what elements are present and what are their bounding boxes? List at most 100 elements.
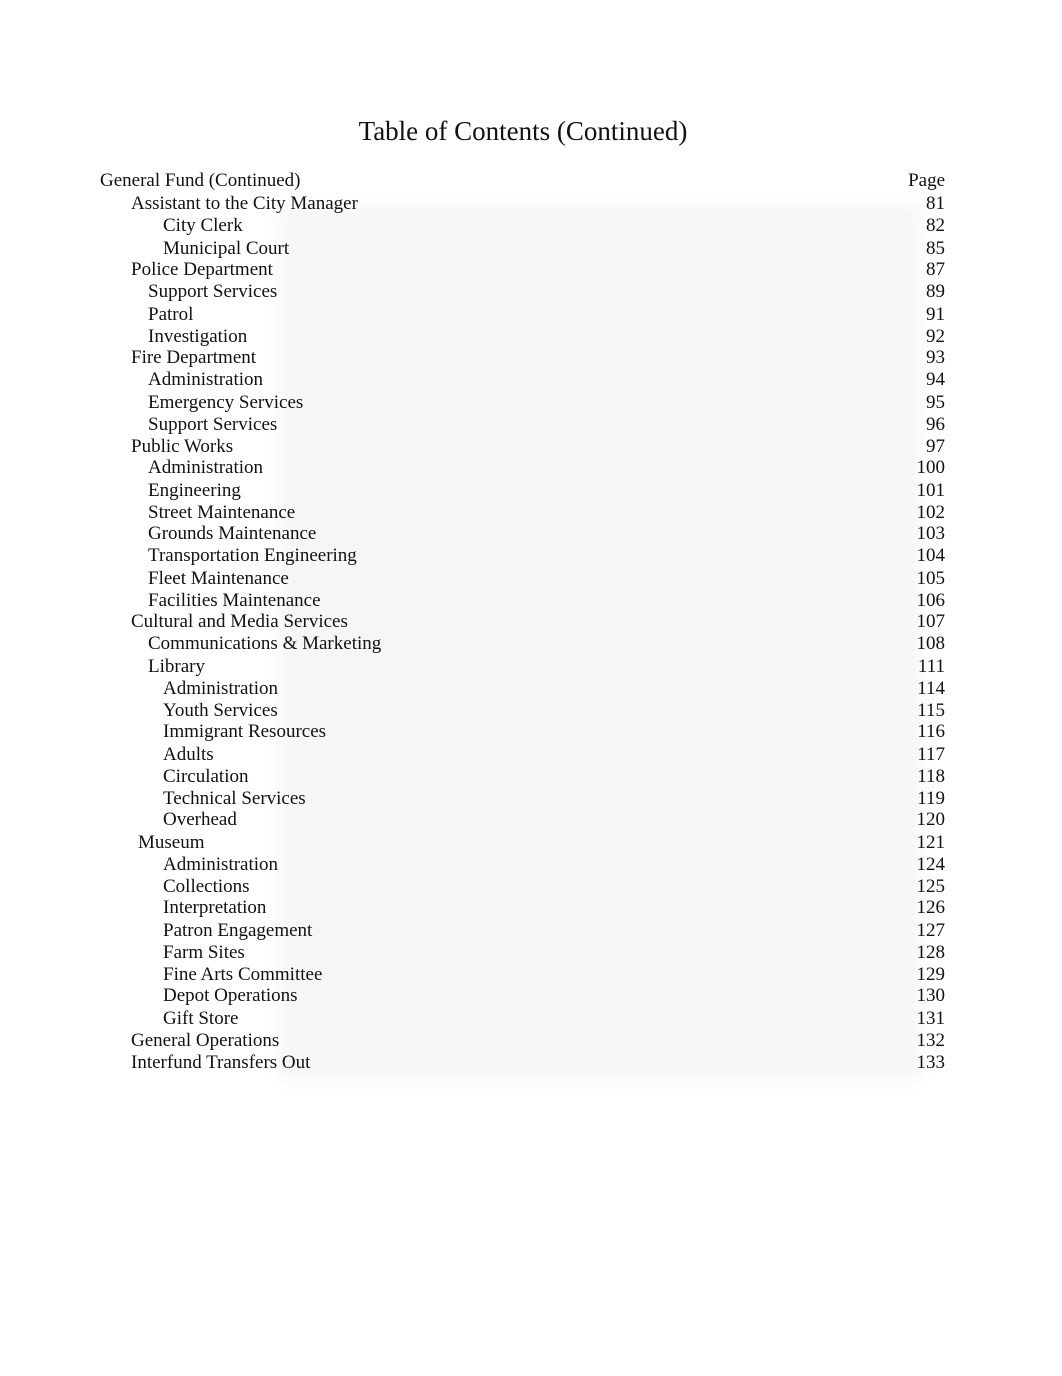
toc-entry[interactable]: Immigrant Resources 116 — [100, 721, 945, 743]
toc-entry[interactable]: Municipal Court 85 — [100, 238, 945, 260]
toc-entry-label: Interfund Transfers Out — [131, 1052, 311, 1073]
toc-entry[interactable]: Communications & Marketing 108 — [100, 633, 945, 655]
toc-entry[interactable]: Depot Operations 130 — [100, 985, 945, 1007]
toc-entry-page: 120 — [916, 809, 946, 830]
toc-entry[interactable]: Adults 117 — [100, 744, 945, 766]
toc-entry-page: 82 — [926, 215, 945, 236]
toc-entry-page: 124 — [916, 854, 946, 875]
toc-entry[interactable]: Museum 121 — [100, 832, 945, 854]
toc-entry[interactable]: Emergency Services 95 — [100, 392, 945, 414]
toc-entry[interactable]: Administration 100 — [100, 457, 945, 479]
toc-entry-label: Collections — [163, 876, 250, 897]
toc-entry[interactable]: Street Maintenance 102 — [100, 502, 945, 524]
toc-entry-page: 119 — [917, 788, 945, 809]
toc-entry-label: Farm Sites — [163, 942, 245, 963]
toc-entry[interactable]: City Clerk 82 — [100, 215, 945, 237]
toc-entry-label: Youth Services — [163, 700, 278, 721]
toc-entry[interactable]: Investigation 92 — [100, 326, 945, 348]
toc-entry-page: 94 — [926, 369, 945, 390]
toc-entry-label: Support Services — [148, 414, 278, 435]
toc-entry[interactable]: Assistant to the City Manager 81 — [100, 193, 945, 215]
toc-entry-label: Administration — [148, 369, 264, 390]
toc-entry-page: 118 — [917, 766, 945, 787]
toc-entry[interactable]: Library 111 — [100, 656, 945, 678]
toc-entry-label: Grounds Maintenance — [148, 523, 317, 544]
toc-entry[interactable]: Fire Department 93 — [100, 347, 945, 369]
toc-entry-page: 95 — [926, 392, 945, 413]
toc-entry-page: 129 — [916, 964, 946, 985]
toc-entry[interactable]: Patron Engagement 127 — [100, 920, 945, 942]
toc-entry[interactable]: Farm Sites 128 — [100, 942, 945, 964]
toc-entry-label: Police Department — [131, 259, 273, 280]
toc-entry-page: 127 — [916, 920, 946, 941]
toc-entry-page: 128 — [916, 942, 946, 963]
toc-entry[interactable]: Grounds Maintenance 103 — [100, 523, 945, 545]
toc-entry[interactable]: Fleet Maintenance 105 — [100, 568, 945, 590]
toc-entry[interactable]: Gift Store 131 — [100, 1008, 945, 1030]
toc-entry-page: 131 — [916, 1008, 946, 1029]
toc-entry-label: Interpretation — [163, 897, 267, 918]
toc-entry-page: 133 — [916, 1052, 946, 1073]
toc-entry[interactable]: Fine Arts Committee 129 — [100, 964, 945, 986]
toc-entry-page: 97 — [926, 436, 945, 457]
toc-entry[interactable]: Technical Services 119 — [100, 788, 945, 810]
toc-entry[interactable]: Administration 124 — [100, 854, 945, 876]
toc-entry-page: 89 — [926, 281, 945, 302]
toc-entry[interactable]: Facilities Maintenance 106 — [100, 590, 945, 612]
toc-entry[interactable]: Administration 94 — [100, 369, 945, 391]
toc-entry-label: Support Services — [148, 281, 278, 302]
toc-entry[interactable]: Transportation Engineering 104 — [100, 545, 945, 567]
toc-entry[interactable]: Cultural and Media Services 107 — [100, 611, 945, 633]
toc-entry-page: 107 — [916, 611, 946, 632]
toc-entry[interactable]: Circulation 118 — [100, 766, 945, 788]
toc-entry-page: 117 — [917, 744, 945, 765]
toc-entry-label: Investigation — [148, 326, 248, 347]
toc-entry-page: 121 — [916, 832, 946, 853]
toc-entry[interactable]: Police Department 87 — [100, 259, 945, 281]
toc-entry-label: Patron Engagement — [163, 920, 313, 941]
toc-entry[interactable]: Collections 125 — [100, 876, 945, 898]
toc-entry-page: 103 — [916, 523, 946, 544]
toc-entry[interactable]: Engineering 101 — [100, 480, 945, 502]
toc-entry-label: Administration — [148, 457, 264, 478]
toc-entry-label: Municipal Court — [163, 238, 290, 259]
toc-entry[interactable]: Overhead 120 — [100, 809, 945, 831]
toc-entry-label: Street Maintenance — [148, 502, 296, 523]
toc-entry-label: Overhead — [163, 809, 237, 830]
toc-entry-label: Facilities Maintenance — [148, 590, 321, 611]
toc-entry-label: Public Works — [131, 436, 234, 457]
toc-entry-label: Museum — [138, 832, 205, 853]
toc-entry-label: Depot Operations — [163, 985, 298, 1006]
toc-entry-label: Assistant to the City Manager — [131, 193, 358, 214]
toc-entry[interactable]: Support Services 96 — [100, 414, 945, 436]
toc-entry[interactable]: Youth Services 115 — [100, 700, 945, 722]
toc-entry-page: 85 — [926, 238, 945, 259]
toc-entry-label: Fine Arts Committee — [163, 964, 323, 985]
toc-entry-page: 96 — [926, 414, 945, 435]
toc-entry[interactable]: General Operations 132 — [100, 1030, 945, 1052]
toc-entry-label: Administration — [163, 678, 279, 699]
toc-entry[interactable]: Administration 114 — [100, 678, 945, 700]
page-column-label: Page — [908, 170, 945, 191]
toc-entry-page: 106 — [916, 590, 946, 611]
toc-entry[interactable]: Public Works 97 — [100, 436, 945, 458]
toc-entry[interactable]: Interpretation 126 — [100, 897, 945, 919]
toc-entry-label: Communications & Marketing — [148, 633, 382, 654]
toc-entry-page: 87 — [926, 259, 945, 280]
toc-entry-page: 81 — [926, 193, 945, 214]
toc-entry-page: 108 — [916, 633, 946, 654]
toc-entry-label: Gift Store — [163, 1008, 239, 1029]
toc-entry-label: Cultural and Media Services — [131, 611, 348, 632]
toc-entry-page: 105 — [916, 568, 946, 589]
toc-entry-page: 132 — [916, 1030, 946, 1051]
page-title: Table of Contents (Continued) — [358, 116, 688, 146]
toc-entry-page: 125 — [916, 876, 946, 897]
toc-entry-label: General Operations — [131, 1030, 280, 1051]
toc-entry-page: 101 — [916, 480, 946, 501]
toc-entry[interactable]: Interfund Transfers Out 133 — [100, 1052, 945, 1074]
toc-entry-page: 100 — [916, 457, 946, 478]
toc-entry-label: Adults — [163, 744, 214, 765]
toc-entry[interactable]: Support Services 89 — [100, 281, 945, 303]
toc-entry-page: 116 — [917, 721, 945, 742]
toc-entry[interactable]: Patrol 91 — [100, 304, 945, 326]
